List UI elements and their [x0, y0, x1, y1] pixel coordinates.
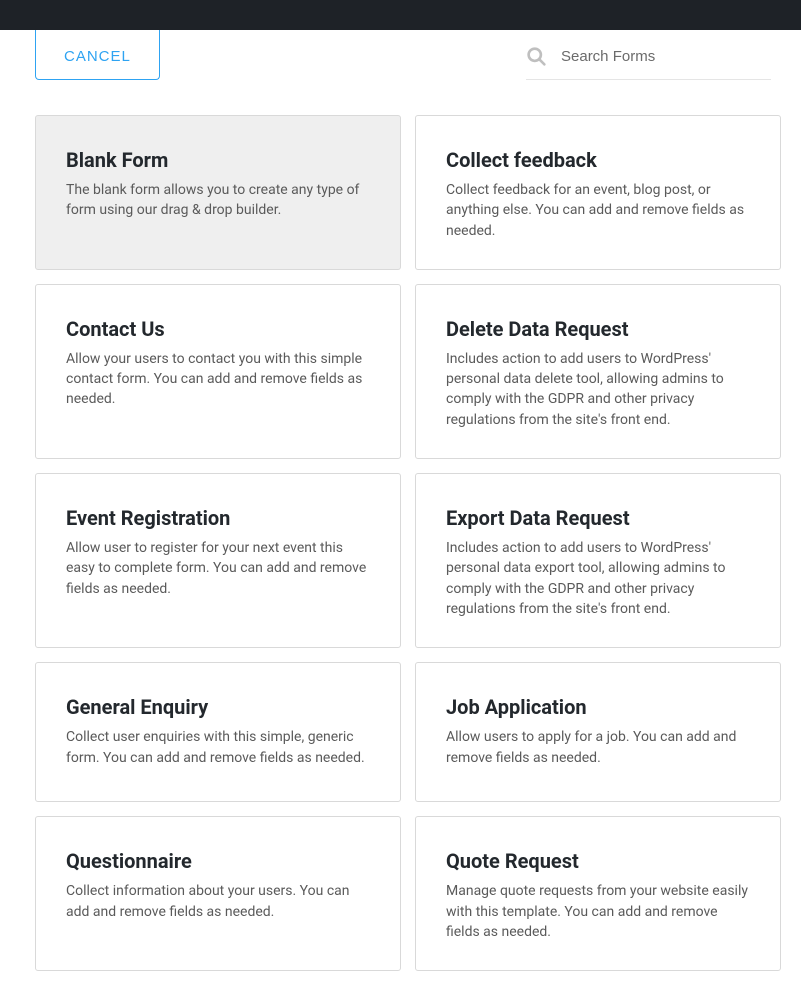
- cancel-button[interactable]: CANCEL: [35, 30, 160, 80]
- template-title: Quote Request: [446, 849, 750, 873]
- template-description: The blank form allows you to create any …: [66, 180, 370, 221]
- template-description: Allow your users to contact you with thi…: [66, 349, 370, 410]
- template-description: Collect feedback for an event, blog post…: [446, 180, 750, 241]
- template-title: Job Application: [446, 695, 750, 719]
- template-description: Includes action to add users to WordPres…: [446, 349, 750, 430]
- template-title: Export Data Request: [446, 506, 750, 530]
- template-card-event-registration[interactable]: Event Registration Allow user to registe…: [35, 473, 401, 648]
- template-description: Collect information about your users. Yo…: [66, 881, 370, 922]
- cancel-button-label: CANCEL: [64, 48, 131, 65]
- template-title: General Enquiry: [66, 695, 370, 719]
- template-card-general-enquiry[interactable]: General Enquiry Collect user enquiries w…: [35, 662, 401, 802]
- search-icon: [526, 46, 547, 67]
- header-row: CANCEL: [0, 30, 801, 80]
- template-title: Blank Form: [66, 148, 370, 172]
- template-card-export-data-request[interactable]: Export Data Request Includes action to a…: [415, 473, 781, 648]
- template-title: Contact Us: [66, 317, 370, 341]
- app-top-bar: [0, 0, 801, 30]
- template-card-contact-us[interactable]: Contact Us Allow your users to contact y…: [35, 284, 401, 459]
- template-description: Allow users to apply for a job. You can …: [446, 727, 750, 768]
- search-wrapper: [526, 36, 771, 80]
- template-description: Manage quote requests from your website …: [446, 881, 750, 942]
- template-title: Event Registration: [66, 506, 370, 530]
- template-grid: Blank Form The blank form allows you to …: [0, 115, 801, 991]
- template-title: Delete Data Request: [446, 317, 750, 341]
- template-card-blank-form[interactable]: Blank Form The blank form allows you to …: [35, 115, 401, 270]
- search-input[interactable]: [561, 48, 771, 65]
- template-card-delete-data-request[interactable]: Delete Data Request Includes action to a…: [415, 284, 781, 459]
- template-title: Collect feedback: [446, 148, 750, 172]
- template-description: Includes action to add users to WordPres…: [446, 538, 750, 619]
- template-card-job-application[interactable]: Job Application Allow users to apply for…: [415, 662, 781, 802]
- template-title: Questionnaire: [66, 849, 370, 873]
- template-description: Allow user to register for your next eve…: [66, 538, 370, 599]
- template-description: Collect user enquiries with this simple,…: [66, 727, 370, 768]
- template-card-collect-feedback[interactable]: Collect feedback Collect feedback for an…: [415, 115, 781, 270]
